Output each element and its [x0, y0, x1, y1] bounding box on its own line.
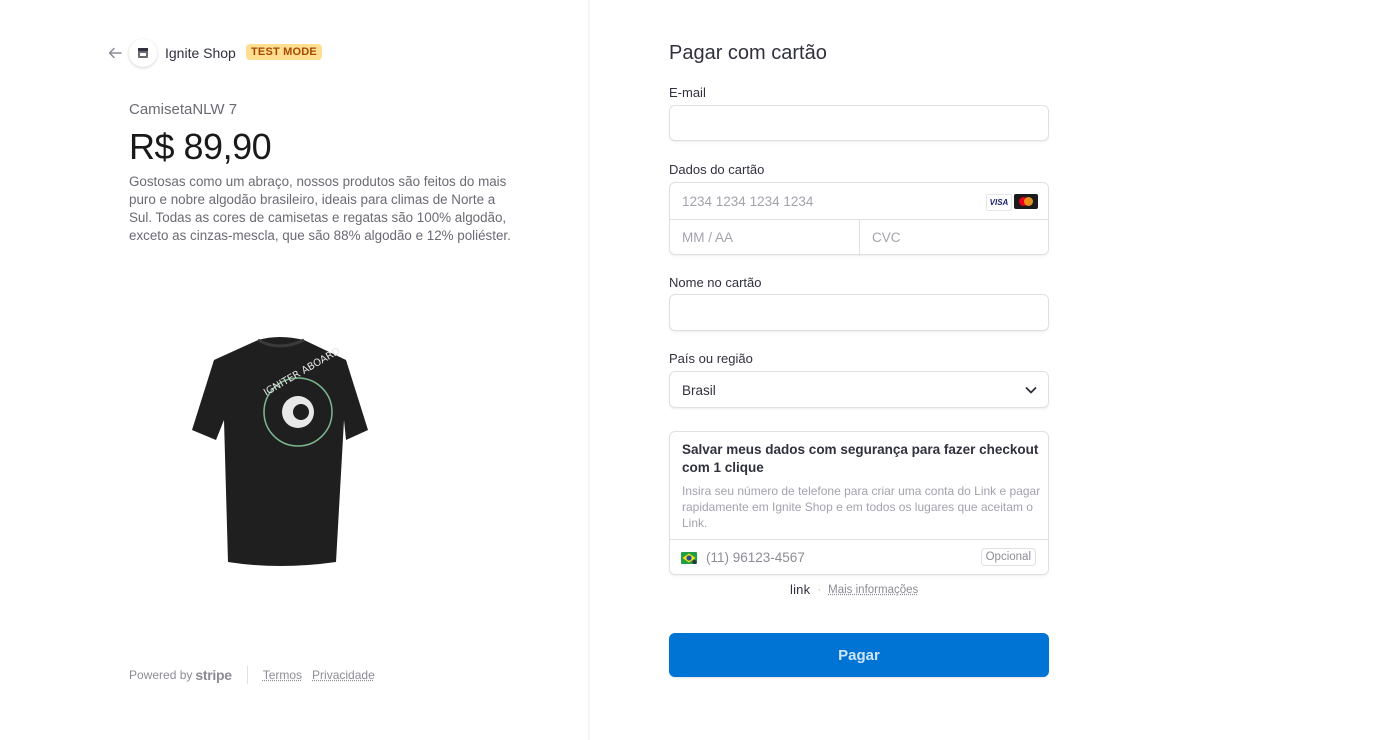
cardholder-name-label: Nome no cartão [669, 275, 762, 290]
terms-link[interactable]: Termos [263, 668, 302, 682]
card-details-field: 1234 1234 1234 1234 VISA MM / AA CVC [669, 182, 1049, 256]
card-secondary-row: MM / AA CVC [670, 219, 1048, 256]
brazil-flag-icon [681, 552, 697, 564]
test-mode-badge: TEST MODE [246, 44, 322, 60]
product-name: CamisetaNLW 7 [129, 101, 238, 118]
product-description: Gostosas como um abraço, nossos produtos… [129, 174, 511, 243]
cardholder-name-field[interactable] [669, 294, 1049, 331]
email-label: E-mail [669, 85, 706, 100]
store-icon [129, 39, 157, 67]
phone-field[interactable]: (11) 96123-4567 Opcional [670, 539, 1048, 576]
link-save-description: Insira seu número de telefone para criar… [682, 484, 1041, 530]
card-number-input[interactable]: 1234 1234 1234 1234 [682, 194, 813, 209]
pay-button[interactable]: Pagar [669, 633, 1049, 677]
link-save-panel: Salvar meus dados com segurança para faz… [669, 431, 1049, 575]
expiry-input[interactable]: MM / AA [682, 230, 733, 245]
back-arrow-icon[interactable] [106, 44, 124, 62]
store-name[interactable]: Ignite Shop [165, 45, 236, 61]
link-logo: link [790, 582, 811, 597]
link-footer: link · Mais informações [790, 582, 918, 597]
link-save-title: Salvar meus dados com segurança para faz… [682, 442, 1039, 475]
page-footer: Powered by stripe Termos Privacidade [129, 666, 385, 684]
separator-dot: · [817, 583, 822, 596]
product-price: R$ 89,90 [129, 126, 272, 167]
card-details-label: Dados do cartão [669, 162, 765, 177]
country-label: País ou região [669, 351, 753, 366]
privacy-link[interactable]: Privacidade [312, 668, 375, 682]
chevron-down-icon [1025, 387, 1037, 394]
more-info-link[interactable]: Mais informações [828, 584, 918, 596]
optional-badge: Opcional [980, 548, 1036, 566]
visa-icon: VISA [986, 194, 1012, 211]
mastercard-icon [1014, 194, 1038, 209]
country-select[interactable]: Brasil [669, 371, 1049, 408]
country-select-value: Brasil [682, 383, 716, 398]
powered-by-label: Powered by [129, 668, 193, 682]
product-image: IGNITER ABOARD [192, 337, 368, 566]
product-summary-pane: Ignite Shop TEST MODE CamisetaNLW 7 R$ 8… [0, 0, 588, 740]
card-row-divider [859, 220, 860, 256]
footer-divider [246, 666, 248, 684]
cvc-input[interactable]: CVC [872, 230, 901, 245]
form-title: Pagar com cartão [669, 42, 827, 64]
email-field[interactable] [669, 105, 1049, 141]
stripe-logo[interactable]: stripe [195, 667, 232, 683]
phone-input[interactable]: (11) 96123-4567 [706, 550, 805, 565]
